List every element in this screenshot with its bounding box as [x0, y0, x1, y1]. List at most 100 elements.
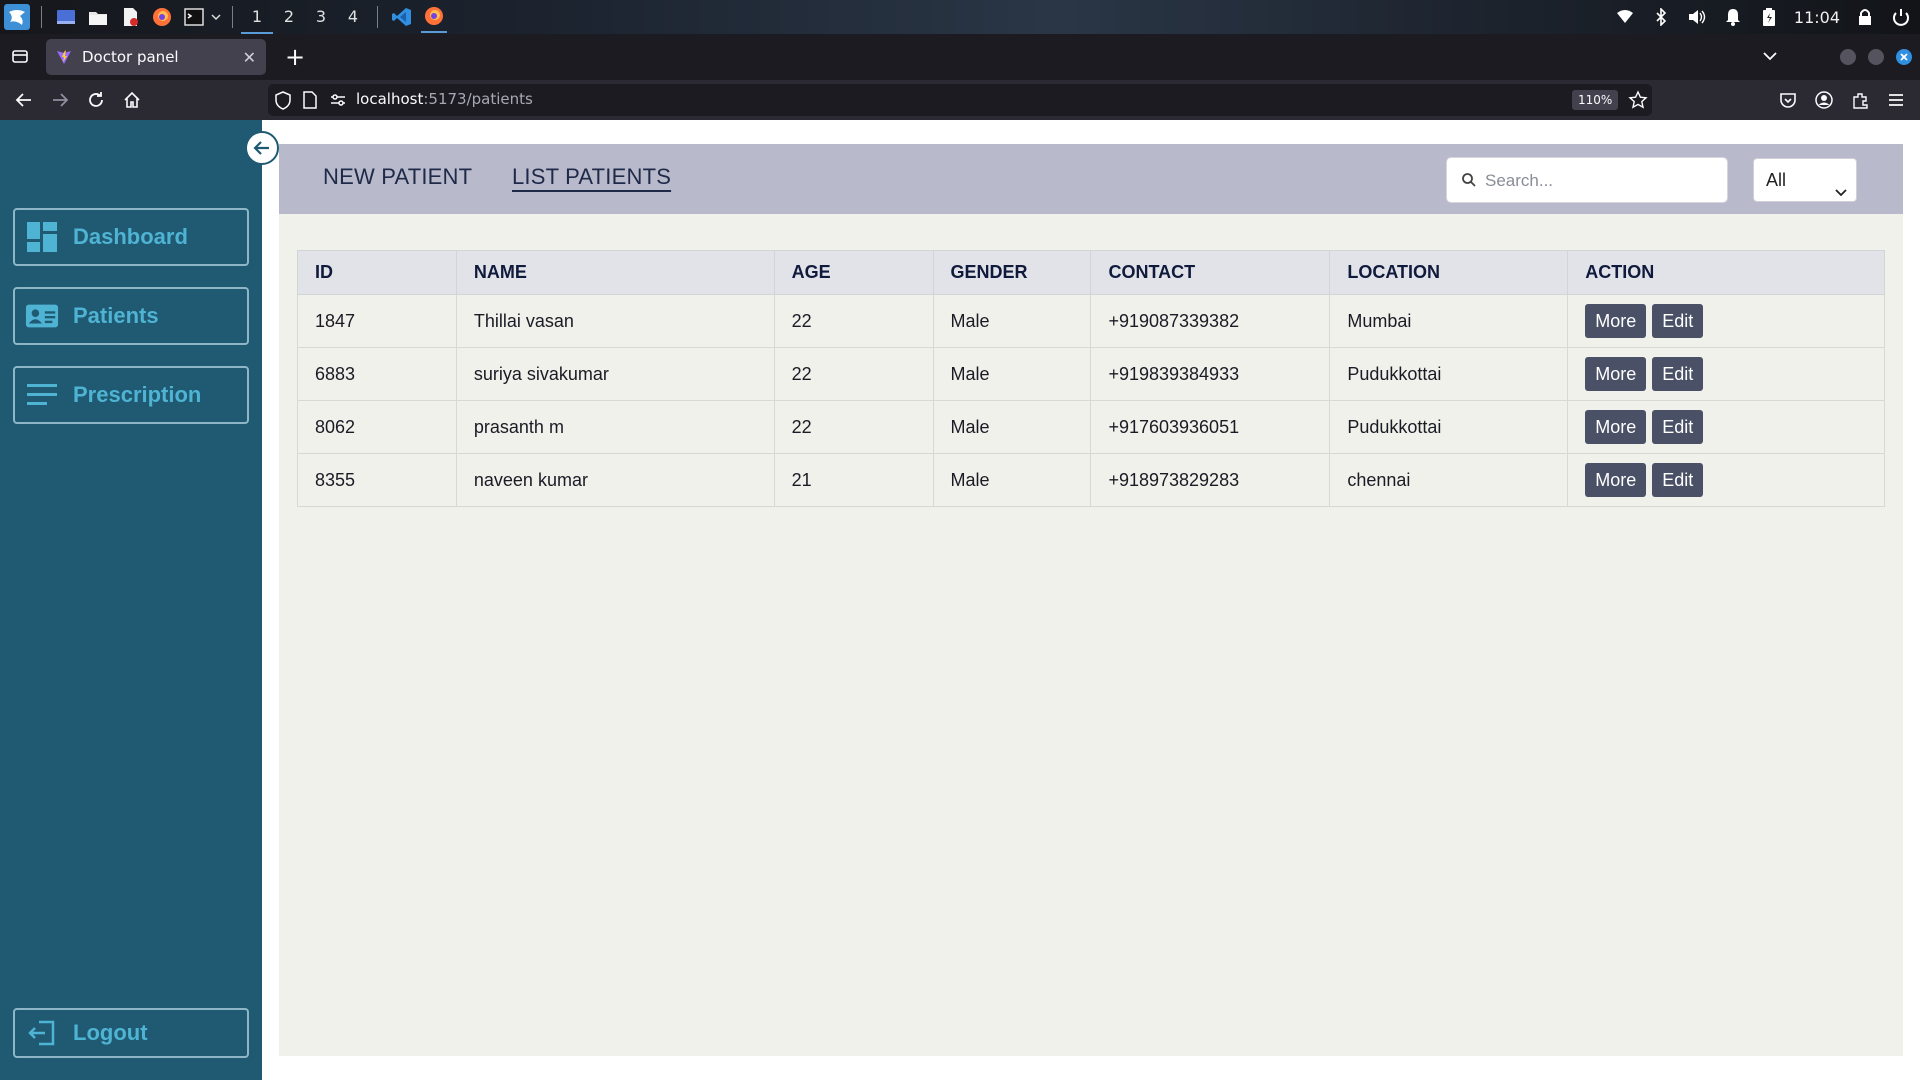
search-box[interactable]	[1446, 157, 1728, 203]
sidebar-item-patients[interactable]: Patients	[13, 287, 249, 345]
lines-icon	[25, 378, 59, 412]
more-button[interactable]: More	[1585, 357, 1647, 391]
sidebar-item-prescription[interactable]: Prescription	[13, 366, 249, 424]
taskbar-separator	[377, 6, 378, 28]
header-location[interactable]: LOCATION	[1329, 250, 1569, 295]
hamburger-menu-icon[interactable]	[1884, 88, 1908, 112]
extensions-icon[interactable]	[1848, 88, 1872, 112]
home-icon[interactable]	[120, 88, 144, 112]
header-name[interactable]: NAME	[455, 250, 775, 295]
cell-age: 22	[773, 294, 934, 348]
cell-name: prasanth m	[455, 400, 775, 454]
filter-select[interactable]: All	[1753, 158, 1857, 202]
minimize-window-button[interactable]	[1840, 49, 1856, 65]
cell-contact: +918973829283	[1090, 453, 1331, 507]
cell-action: More Edit	[1567, 347, 1885, 401]
edit-button[interactable]: Edit	[1652, 304, 1704, 338]
reload-icon[interactable]	[84, 88, 108, 112]
wifi-icon[interactable]	[1614, 6, 1636, 28]
kde-menu-icon[interactable]	[4, 4, 30, 30]
table-row: 1847 Thillai vasan 22 Male +919087339382…	[297, 294, 1885, 348]
taskbar-separator	[41, 6, 42, 28]
lock-icon[interactable]	[1854, 6, 1876, 28]
new-tab-button[interactable]: +	[280, 42, 310, 72]
pdf-viewer-icon[interactable]	[117, 4, 143, 30]
cell-contact: +919087339382	[1090, 294, 1331, 348]
sidebar-item-dashboard[interactable]: Dashboard	[13, 208, 249, 266]
cell-gender: Male	[932, 400, 1092, 454]
logout-icon	[25, 1016, 59, 1050]
url-text[interactable]: localhost:5173/patients	[356, 90, 533, 108]
browser-tab-bar: Doctor panel ✕ +	[0, 34, 1920, 80]
collapse-sidebar-button[interactable]	[245, 131, 279, 165]
table-row: 8355 naveen kumar 21 Male +918973829283 …	[297, 453, 1885, 507]
firefox-active-icon[interactable]	[421, 1, 447, 33]
sidebar-item-label: Prescription	[73, 382, 202, 407]
tab-list-patients[interactable]: LIST PATIENTS	[512, 164, 671, 190]
notification-bell-icon[interactable]	[1722, 6, 1744, 28]
search-input[interactable]	[1485, 168, 1715, 194]
logout-button[interactable]: Logout	[13, 1008, 249, 1058]
chevron-down-icon[interactable]	[1760, 46, 1784, 70]
main-content: NEW PATIENT LIST PATIENTS All	[279, 144, 1903, 1056]
permissions-icon[interactable]	[328, 90, 348, 110]
tab-new-patient[interactable]: NEW PATIENT	[323, 164, 472, 190]
chevron-down-icon[interactable]	[210, 8, 224, 27]
file-manager-icon[interactable]	[85, 4, 111, 30]
address-bar[interactable]: localhost:5173/patients 110%	[268, 84, 1652, 116]
table-row: 8062 prasanth m 22 Male +917603936051 Pu…	[297, 400, 1885, 454]
pocket-icon[interactable]	[1776, 88, 1800, 112]
volume-icon[interactable]	[1686, 6, 1708, 28]
header-id[interactable]: ID	[297, 250, 457, 295]
header-gender[interactable]: GENDER	[932, 250, 1092, 295]
shield-icon[interactable]	[274, 90, 294, 110]
logout-label: Logout	[73, 1020, 148, 1045]
cell-gender: Male	[932, 347, 1092, 401]
workspace-3[interactable]: 3	[305, 0, 337, 34]
header-contact[interactable]: CONTACT	[1090, 250, 1331, 295]
power-icon[interactable]	[1890, 6, 1912, 28]
zoom-level-badge[interactable]: 110%	[1572, 90, 1619, 110]
cell-location: Mumbai	[1329, 294, 1569, 348]
more-button[interactable]: More	[1585, 463, 1647, 497]
cell-id: 1847	[297, 294, 457, 348]
header-age[interactable]: AGE	[773, 250, 934, 295]
edit-button[interactable]: Edit	[1652, 357, 1704, 391]
clock[interactable]: 11:04	[1794, 8, 1840, 27]
bluetooth-icon[interactable]	[1650, 6, 1672, 28]
maximize-window-button[interactable]	[1868, 49, 1884, 65]
browser-tab[interactable]: Doctor panel ✕	[46, 39, 266, 75]
search-icon	[1461, 172, 1477, 192]
bookmark-star-icon[interactable]	[1628, 90, 1648, 110]
workspace-2[interactable]: 2	[273, 0, 305, 34]
cell-id: 8062	[297, 400, 457, 454]
terminal-icon[interactable]	[181, 4, 207, 30]
desktop-icon[interactable]	[53, 4, 79, 30]
taskbar-separator	[232, 6, 233, 28]
patients-table: ID NAME AGE GENDER CONTACT LOCATION ACTI…	[297, 250, 1885, 507]
firefox-icon[interactable]	[149, 4, 175, 30]
edit-button[interactable]: Edit	[1652, 463, 1704, 497]
workspace-4[interactable]: 4	[337, 0, 369, 34]
arrow-left-icon	[253, 141, 269, 155]
more-button[interactable]: More	[1585, 304, 1647, 338]
dashboard-icon	[25, 220, 59, 254]
edit-button[interactable]: Edit	[1652, 410, 1704, 444]
back-arrow-icon[interactable]	[12, 88, 36, 112]
vscode-icon[interactable]	[389, 4, 415, 30]
tab-list-icon[interactable]	[8, 44, 34, 70]
table-row: 6883 suriya sivakumar 22 Male +919839384…	[297, 347, 1885, 401]
battery-icon[interactable]	[1758, 6, 1780, 28]
web-page: Dashboard Patients Prescription Logout N…	[0, 120, 1920, 1080]
cell-age: 22	[773, 400, 934, 454]
page-info-icon[interactable]	[302, 90, 322, 110]
vite-favicon-icon	[56, 49, 72, 65]
close-window-button[interactable]	[1896, 49, 1912, 65]
forward-arrow-icon[interactable]	[48, 88, 72, 112]
workspace-1[interactable]: 1	[241, 0, 273, 34]
cell-location: Pudukkottai	[1329, 400, 1569, 454]
more-button[interactable]: More	[1585, 410, 1647, 444]
account-icon[interactable]	[1812, 88, 1836, 112]
cell-gender: Male	[932, 294, 1092, 348]
close-tab-icon[interactable]: ✕	[243, 48, 256, 67]
